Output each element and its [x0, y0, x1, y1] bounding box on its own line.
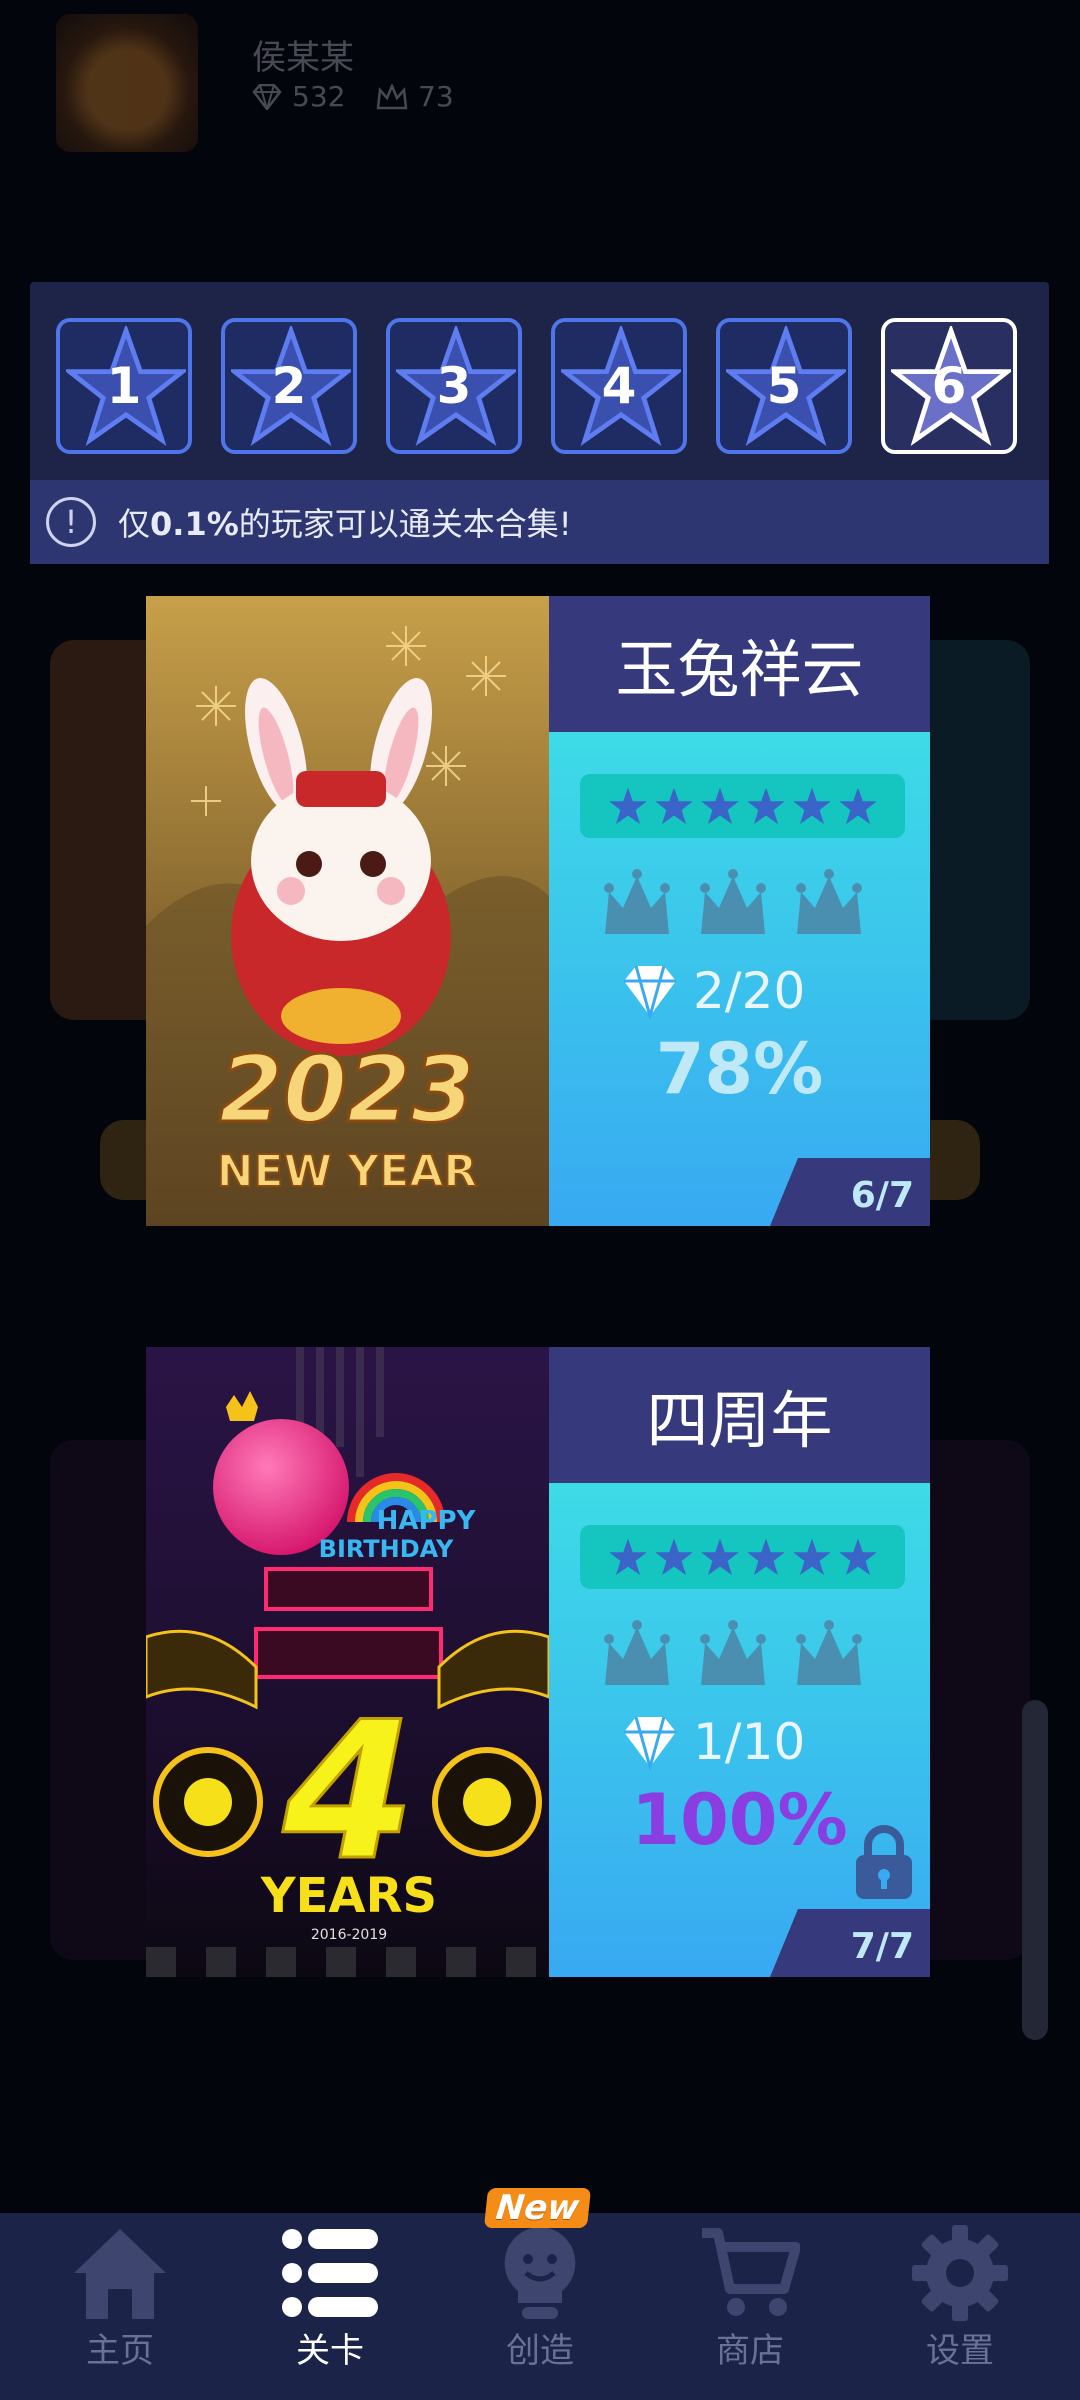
crown-progress: [601, 868, 865, 938]
gem-progress-value: 1/10: [693, 1713, 806, 1771]
level-button-2[interactable]: 2: [221, 318, 357, 454]
artwork-range-text: 2016-2019: [311, 1927, 387, 1943]
crown-progress: [601, 1619, 865, 1689]
level-button-1[interactable]: 1: [56, 318, 192, 454]
crown-icon: [604, 869, 670, 934]
nav-item-create[interactable]: 创造: [460, 2213, 620, 2400]
song-artwork-1: 2023 NEW YEAR: [146, 596, 549, 1226]
crown-icon: [796, 869, 862, 934]
song-card-2[interactable]: HAPPY BIRTHDAY 4 YEARS 2016-2019 四周年 1/1…: [146, 1347, 930, 1977]
nav-item-home[interactable]: 主页: [40, 2213, 200, 2400]
nav-label: 设置: [926, 2331, 994, 2371]
avatar: [56, 14, 198, 152]
star-icon: [608, 787, 647, 824]
bottom-navigation: 主页 关卡 创造 商店 设置: [0, 2213, 1080, 2400]
gem-progress: 1/10: [621, 1713, 805, 1771]
nav-item-settings[interactable]: 设置: [880, 2213, 1040, 2400]
gear-icon: [912, 2225, 1008, 2321]
list-icon: [282, 2229, 378, 2317]
song-title: 四周年: [549, 1347, 930, 1483]
diamond-icon: [252, 83, 282, 110]
star-icon: [792, 1538, 831, 1575]
song-index-badge: 6/7: [770, 1158, 930, 1226]
star-icon: [838, 787, 877, 824]
song-artwork-2: HAPPY BIRTHDAY 4 YEARS 2016-2019: [146, 1347, 549, 1977]
song-index: 7/7: [850, 1926, 914, 1967]
gem-count: 532: [252, 80, 345, 113]
nav-label: 商店: [716, 2331, 784, 2371]
profile-header[interactable]: 侯某某 532 73: [56, 14, 656, 154]
nav-item-shop[interactable]: 商店: [670, 2213, 830, 2400]
crown-icon: [604, 1620, 670, 1685]
crown-count-value: 73: [418, 80, 454, 113]
song-info-2: 四周年 1/10 100% 7/7: [549, 1347, 930, 1977]
exclamation-icon: !: [46, 497, 96, 547]
gem-count-value: 532: [292, 80, 346, 113]
lightbulb-icon: [504, 2227, 576, 2319]
star-rating: [580, 774, 905, 838]
completion-percent: 78%: [655, 1028, 824, 1110]
lock-icon: [856, 1825, 912, 1899]
diamond-icon: [624, 1716, 676, 1770]
song-title: 玉兔祥云: [549, 596, 930, 732]
nav-label: 主页: [86, 2331, 154, 2371]
crown-icon: [700, 869, 766, 934]
gem-progress: 2/20: [621, 962, 805, 1020]
star-icon: [608, 1538, 647, 1575]
star-icon: [654, 787, 693, 824]
star-rating: [580, 1525, 905, 1589]
home-icon: [74, 2229, 166, 2319]
star-icon: [700, 1538, 739, 1575]
notice-text: 仅0.1%的玩家可以通关本合集!: [118, 505, 572, 543]
crown-icon: [700, 1620, 766, 1685]
level-button-4[interactable]: 4: [551, 318, 687, 454]
star-icon: [700, 787, 739, 824]
star-icon: [838, 1538, 877, 1575]
player-name: 侯某某: [252, 38, 354, 78]
star-icon: [792, 787, 831, 824]
star-icon: [746, 1538, 785, 1575]
completion-notice: ! 仅0.1%的玩家可以通关本合集!: [30, 480, 1049, 564]
star-icon: [654, 1538, 693, 1575]
level-selector: 1 2 3 4 5 6 ! 仅0.1%的玩家可以通关本合集!: [30, 282, 1049, 564]
cart-icon: [702, 2228, 800, 2316]
artwork-subtitle-text: NEW YEAR: [217, 1146, 478, 1197]
crown-icon: [796, 1620, 862, 1685]
artwork-birthday-text: BIRTHDAY: [319, 1535, 454, 1563]
level-button-3[interactable]: 3: [386, 318, 522, 454]
song-index-badge: 7/7: [770, 1909, 930, 1977]
song-info-1: 玉兔祥云 2/20 78% 6/7: [549, 596, 930, 1226]
song-index: 6/7: [850, 1175, 914, 1216]
star-icon: [746, 787, 785, 824]
scrollbar[interactable]: [1022, 1700, 1048, 2040]
crown-icon: [376, 83, 408, 109]
artwork-happy-text: HAPPY: [377, 1506, 477, 1536]
diamond-icon: [624, 965, 676, 1019]
new-badge: New: [483, 2188, 592, 2228]
artwork-years-text: YEARS: [260, 1868, 437, 1924]
level-button-6[interactable]: 6: [881, 318, 1017, 454]
nav-label: 创造: [506, 2331, 574, 2371]
song-card-1[interactable]: 2023 NEW YEAR 玉兔祥云 2/20 78% 6/7: [146, 596, 930, 1226]
artwork-year-text: 2023: [219, 1036, 475, 1143]
gem-progress-value: 2/20: [693, 962, 806, 1020]
nav-item-levels[interactable]: 关卡: [250, 2213, 410, 2400]
level-button-5[interactable]: 5: [716, 318, 852, 454]
nav-label: 关卡: [296, 2331, 364, 2371]
crown-count: 73: [376, 80, 454, 113]
